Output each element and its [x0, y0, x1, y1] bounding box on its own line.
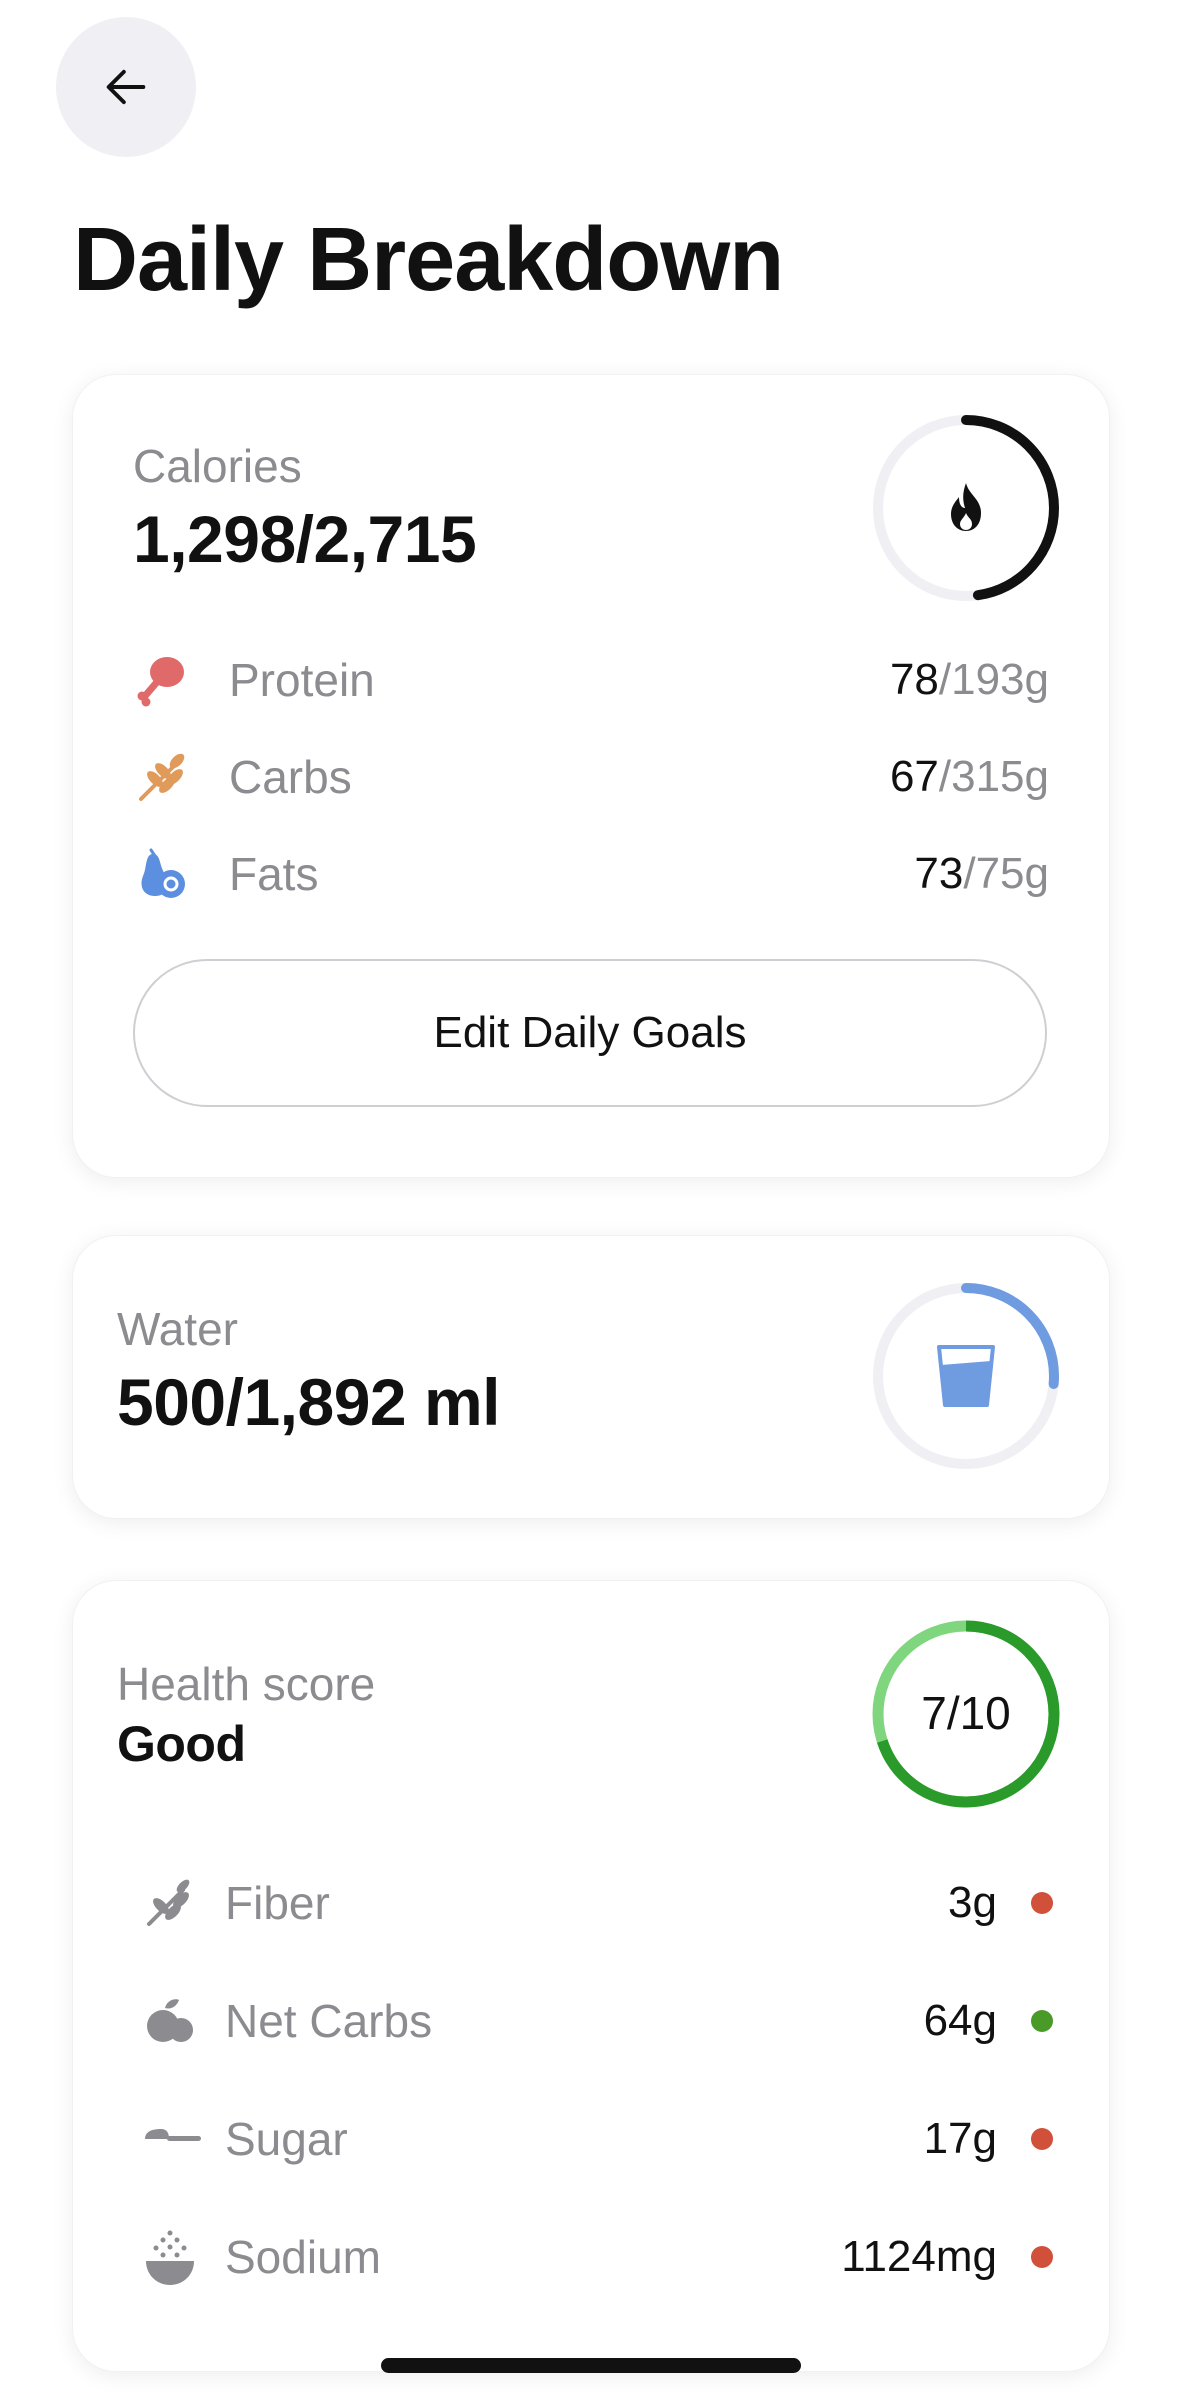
macro-goal: /315g: [938, 752, 1049, 801]
macro-row-carbs: Carbs 67/315g: [133, 742, 1049, 812]
health-item-label: Sodium: [225, 2231, 381, 2283]
edit-daily-goals-button[interactable]: Edit Daily Goals: [133, 959, 1047, 1107]
arrow-left-icon: [106, 69, 146, 105]
macro-label: Carbs: [229, 751, 352, 803]
spoon-icon: [145, 2129, 201, 2141]
health-item-label: Net Carbs: [225, 1995, 433, 2047]
status-dot: [1031, 2128, 1053, 2150]
avocado-icon: [141, 848, 185, 898]
health-item-value: 64g: [923, 1996, 997, 2045]
page-title: Daily Breakdown: [73, 210, 784, 310]
water-glass-icon: [937, 1345, 995, 1407]
health-rating: Good: [117, 1716, 246, 1772]
macro-row-fats: Fats 73/75g: [133, 839, 1049, 909]
home-indicator[interactable]: [381, 2358, 801, 2373]
health-score-ring: 7/10: [872, 1620, 1060, 1808]
macro-goal: /193g: [938, 655, 1049, 704]
health-item-fiber: Fiber 3g: [143, 1863, 1093, 1943]
macro-value: 78: [889, 655, 939, 704]
status-dot: [1031, 1892, 1053, 1914]
health-item-value: 1124mg: [841, 2232, 997, 2281]
water-value: 500/1,892 ml: [117, 1365, 500, 1439]
drumstick-icon: [137, 657, 184, 707]
water-ring: [873, 1283, 1059, 1469]
health-item-sugar: Sugar 17g: [143, 2099, 1093, 2179]
leaf-icon: [147, 1879, 190, 1926]
health-label: Health score: [117, 1658, 376, 1710]
health-item-label: Sugar: [225, 2113, 348, 2165]
fruit-icon: [147, 1999, 193, 2042]
calories-card: Calories 1,298/2,715 Protein 78/193g Car…: [72, 374, 1110, 1178]
health-item-net-carbs: Net Carbs 64g: [143, 1981, 1093, 2061]
macro-label: Protein: [229, 654, 375, 706]
health-item-value: 3g: [948, 1878, 997, 1927]
health-item-label: Fiber: [225, 1877, 330, 1929]
flame-icon: [951, 483, 981, 531]
health-item-value: 17g: [923, 2114, 997, 2163]
back-button[interactable]: [56, 17, 196, 157]
calories-ring: [873, 415, 1059, 601]
calories-value: 1,298/2,715: [133, 502, 477, 576]
health-card: Health score Good 7/10 Fiber 3g Net Carb…: [72, 1580, 1110, 2372]
calories-label: Calories: [133, 440, 302, 492]
macro-label: Fats: [229, 848, 319, 900]
water-label: Water: [117, 1303, 238, 1355]
status-dot: [1031, 2010, 1053, 2032]
macro-value: 67: [889, 752, 939, 801]
health-item-sodium: Sodium 1124mg: [143, 2217, 1093, 2297]
water-card: Water 500/1,892 ml: [72, 1235, 1110, 1519]
wheat-icon: [139, 753, 185, 801]
salt-bowl-icon: [146, 2230, 194, 2285]
macro-value: 73: [914, 849, 964, 898]
health-score-text: 7/10: [921, 1687, 1011, 1739]
macro-goal: /75g: [963, 849, 1049, 898]
macro-row-protein: Protein 78/193g: [133, 645, 1049, 715]
status-dot: [1031, 2246, 1053, 2268]
